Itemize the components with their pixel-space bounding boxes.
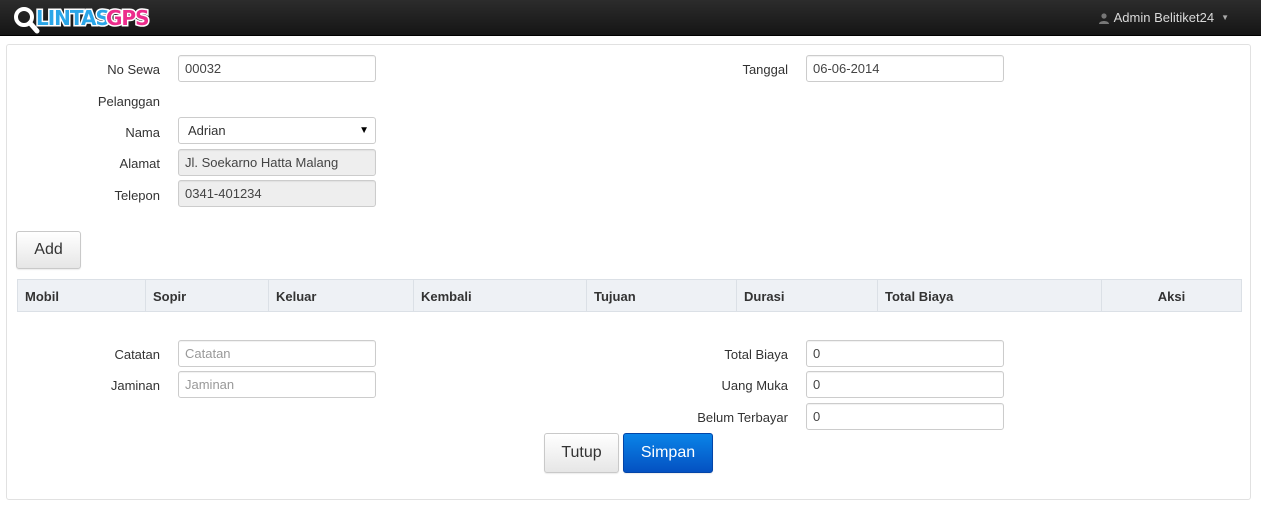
dropdown-arrow-icon: ▼ bbox=[359, 125, 369, 136]
column-header: Kembali bbox=[414, 280, 587, 311]
catatan-input[interactable] bbox=[178, 340, 376, 367]
chevron-down-icon: ▼ bbox=[1221, 13, 1229, 22]
column-header: Total Biaya bbox=[878, 280, 1102, 311]
column-header: Durasi bbox=[737, 280, 878, 311]
rental-form-panel: No Sewa Tanggal Pelanggan Nama Adrian ▼ … bbox=[6, 44, 1251, 500]
belum-terbayar-input[interactable] bbox=[806, 403, 1004, 430]
user-icon bbox=[1098, 12, 1110, 24]
uang-muka-input[interactable] bbox=[806, 371, 1004, 398]
alamat-input[interactable] bbox=[178, 149, 376, 176]
uang-muka-label: Uang Muka bbox=[721, 378, 788, 393]
telepon-input[interactable] bbox=[178, 180, 376, 207]
user-name: Admin Belitiket24 bbox=[1113, 10, 1215, 25]
alamat-label: Alamat bbox=[119, 156, 160, 171]
simpan-button[interactable]: Simpan bbox=[623, 433, 713, 473]
user-menu[interactable]: Admin Belitiket24 ▼ bbox=[1098, 10, 1229, 25]
column-header: Keluar bbox=[269, 280, 414, 311]
brand-logo[interactable]: LINTAS LINTAS GPS GPS bbox=[10, 2, 160, 34]
nama-label: Nama bbox=[125, 125, 160, 140]
no-sewa-input[interactable] bbox=[178, 55, 376, 82]
svg-text:GPS: GPS bbox=[106, 6, 148, 30]
column-header: Aksi bbox=[1157, 289, 1186, 304]
column-header: Mobil bbox=[18, 280, 146, 311]
pelanggan-label: Pelanggan bbox=[97, 94, 160, 109]
total-biaya-input[interactable] bbox=[806, 340, 1004, 367]
jaminan-input[interactable] bbox=[178, 371, 376, 398]
nama-select[interactable]: Adrian ▼ bbox=[178, 117, 376, 144]
tutup-button[interactable]: Tutup bbox=[544, 433, 619, 473]
total-biaya-label: Total Biaya bbox=[724, 347, 788, 362]
add-button[interactable]: Add bbox=[16, 231, 81, 269]
catatan-label: Catatan bbox=[114, 347, 160, 362]
column-header: Sopir bbox=[146, 280, 269, 311]
rental-items-table-header: Mobil Sopir Keluar Kembali Tujuan Durasi… bbox=[17, 279, 1242, 312]
jaminan-label: Jaminan bbox=[110, 378, 160, 393]
tanggal-input[interactable] bbox=[806, 55, 1004, 82]
column-header: Tujuan bbox=[587, 280, 737, 311]
nama-select-value: Adrian bbox=[188, 123, 226, 138]
top-navbar: LINTAS LINTAS GPS GPS Admin Belitiket24 … bbox=[0, 0, 1261, 36]
belum-terbayar-label: Belum Terbayar bbox=[697, 410, 788, 425]
no-sewa-label: No Sewa bbox=[107, 62, 160, 77]
svg-text:LINTAS: LINTAS bbox=[36, 6, 109, 30]
tanggal-label: Tanggal bbox=[742, 62, 788, 77]
telepon-label: Telepon bbox=[114, 188, 160, 203]
